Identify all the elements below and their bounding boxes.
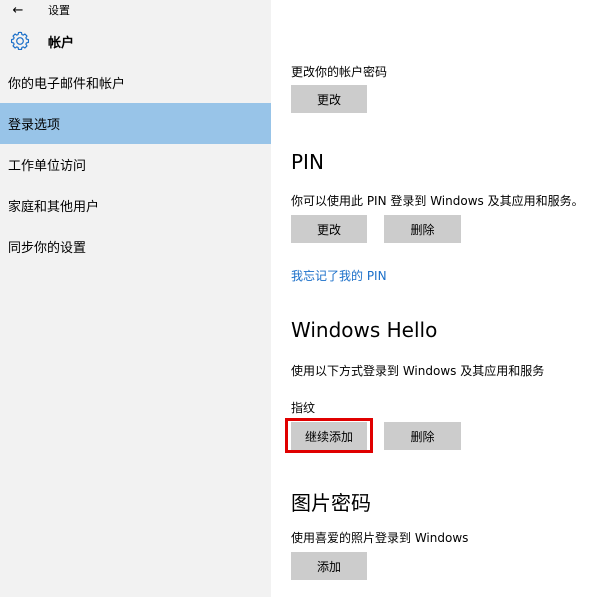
- sidebar-item-label: 登录选项: [8, 118, 61, 133]
- sidebar-item-label: 家庭和其他用户: [8, 200, 100, 215]
- sidebar-item-work-access[interactable]: 工作单位访问: [0, 144, 271, 185]
- change-pin-button[interactable]: 更改: [291, 215, 367, 243]
- add-another-fingerprint-button[interactable]: 继续添加: [291, 422, 367, 450]
- gear-icon: [0, 20, 40, 62]
- sidebar-item-email-accounts[interactable]: 你的电子邮件和帐户: [0, 62, 271, 103]
- forgot-pin-link[interactable]: 我忘记了我的 PIN: [291, 267, 387, 284]
- page-title: 帐户: [48, 35, 75, 51]
- title-bar: ← 设置: [0, 0, 271, 20]
- sidebar-item-sign-in-options[interactable]: 登录选项: [0, 103, 271, 144]
- page-header: 帐户: [0, 20, 271, 62]
- change-password-button[interactable]: 更改: [291, 85, 367, 113]
- back-button[interactable]: ←: [0, 0, 36, 20]
- sidebar-item-sync-settings[interactable]: 同步你的设置: [0, 226, 271, 267]
- settings-window: ← 设置 帐户 你的电子邮件和帐户 登录选项 工作单位访问 家庭和其他用户 同步…: [0, 0, 600, 597]
- password-description: 更改你的帐户密码: [291, 65, 388, 79]
- sidebar-item-label: 同步你的设置: [8, 241, 87, 256]
- back-arrow-icon: ←: [12, 2, 24, 18]
- window-title: 设置: [48, 4, 70, 17]
- pin-description: 你可以使用此 PIN 登录到 Windows 及其应用和服务。: [291, 194, 584, 208]
- picture-password-description: 使用喜爱的照片登录到 Windows: [291, 531, 469, 545]
- remove-pin-button[interactable]: 删除: [384, 215, 461, 243]
- fingerprint-label: 指纹: [291, 401, 316, 415]
- add-picture-password-button[interactable]: 添加: [291, 552, 367, 580]
- sidebar-item-label: 工作单位访问: [8, 159, 87, 174]
- picture-password-heading: 图片密码: [291, 491, 371, 515]
- remove-fingerprint-button[interactable]: 删除: [384, 422, 461, 450]
- main-content: 更改你的帐户密码 更改 PIN 你可以使用此 PIN 登录到 Windows 及…: [271, 0, 600, 597]
- sidebar-item-family-other-users[interactable]: 家庭和其他用户: [0, 185, 271, 226]
- pin-heading: PIN: [291, 150, 324, 174]
- sidebar: 你的电子邮件和帐户 登录选项 工作单位访问 家庭和其他用户 同步你的设置: [0, 62, 271, 597]
- windows-hello-heading: Windows Hello: [291, 318, 438, 342]
- windows-hello-description: 使用以下方式登录到 Windows 及其应用和服务: [291, 364, 545, 378]
- sidebar-item-label: 你的电子邮件和帐户: [8, 77, 126, 92]
